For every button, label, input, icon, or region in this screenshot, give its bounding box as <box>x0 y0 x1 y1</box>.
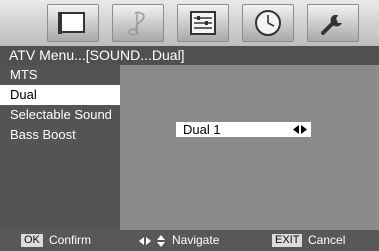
menu-item-dual[interactable]: Dual <box>0 85 120 105</box>
sound-submenu: MTS Dual Selectable Sound Bass Boost <box>0 65 120 230</box>
ok-key-badge: OK <box>21 234 43 247</box>
cancel-label: Cancel <box>308 233 346 247</box>
picture-icon <box>58 12 85 34</box>
left-right-arrows-icon[interactable] <box>293 124 307 135</box>
wrench-icon <box>321 15 342 35</box>
options-tile[interactable] <box>307 4 359 42</box>
menu-title: ATV Menu...[SOUND...Dual] <box>0 46 379 65</box>
picture-tile[interactable] <box>47 4 99 42</box>
navigate-label: Navigate <box>172 233 220 247</box>
settings-panel-icon <box>190 11 216 35</box>
navigate-arrows-icon <box>139 235 165 247</box>
dual-option-value: Dual 1 <box>183 122 221 137</box>
help-bar: OK Confirm Navigate EXIT Cancel <box>0 230 379 251</box>
category-icon-bar <box>0 0 379 46</box>
clock-icon <box>255 10 281 36</box>
exit-key-badge: EXIT <box>272 234 303 247</box>
option-panel: Dual 1 <box>120 65 379 230</box>
sound-tile[interactable] <box>112 4 164 42</box>
confirm-label: Confirm <box>49 233 92 247</box>
menu-item-bass-boost[interactable]: Bass Boost <box>0 125 120 145</box>
tv-osd-screen: ATV Menu...[SOUND...Dual] MTS Dual Selec… <box>0 0 379 251</box>
music-note-icon <box>128 11 145 36</box>
time-tile[interactable] <box>242 4 294 42</box>
menu-item-mts[interactable]: MTS <box>0 65 120 85</box>
setup-tile[interactable] <box>177 4 229 42</box>
dual-option-selector[interactable]: Dual 1 <box>176 122 311 137</box>
menu-item-selectable-sound[interactable]: Selectable Sound <box>0 105 120 125</box>
